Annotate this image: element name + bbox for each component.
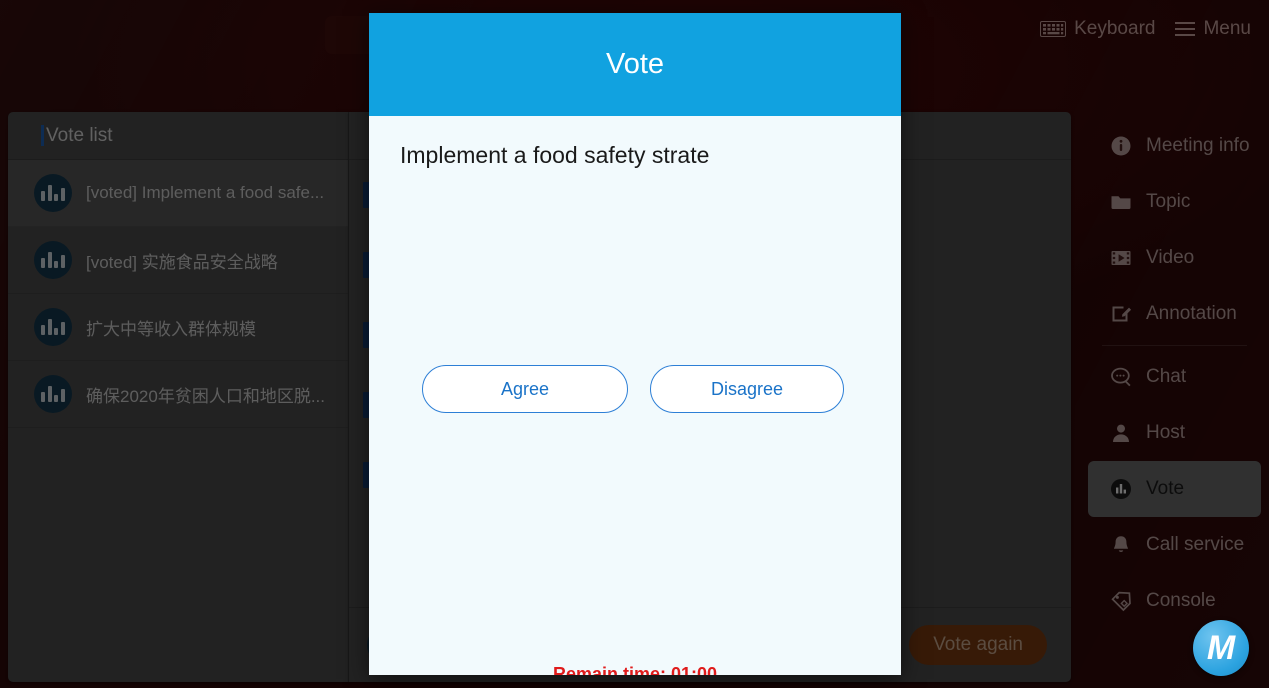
- vote-dialog-body: Implement a food safety strate Agree Dis…: [369, 116, 901, 675]
- vote-dialog: Vote Implement a food safety strate Agre…: [369, 13, 901, 675]
- vote-dialog-title: Vote: [369, 13, 901, 116]
- remain-time-label: Remain time: 01:00: [552, 664, 718, 675]
- vote-question-text: Implement a food safety strate: [400, 142, 710, 168]
- agree-button[interactable]: Agree: [422, 365, 628, 413]
- app-logo-icon[interactable]: M: [1193, 620, 1249, 676]
- app-root: Present: [0, 0, 1269, 688]
- vote-choices: Agree Disagree: [422, 365, 844, 413]
- disagree-button[interactable]: Disagree: [650, 365, 844, 413]
